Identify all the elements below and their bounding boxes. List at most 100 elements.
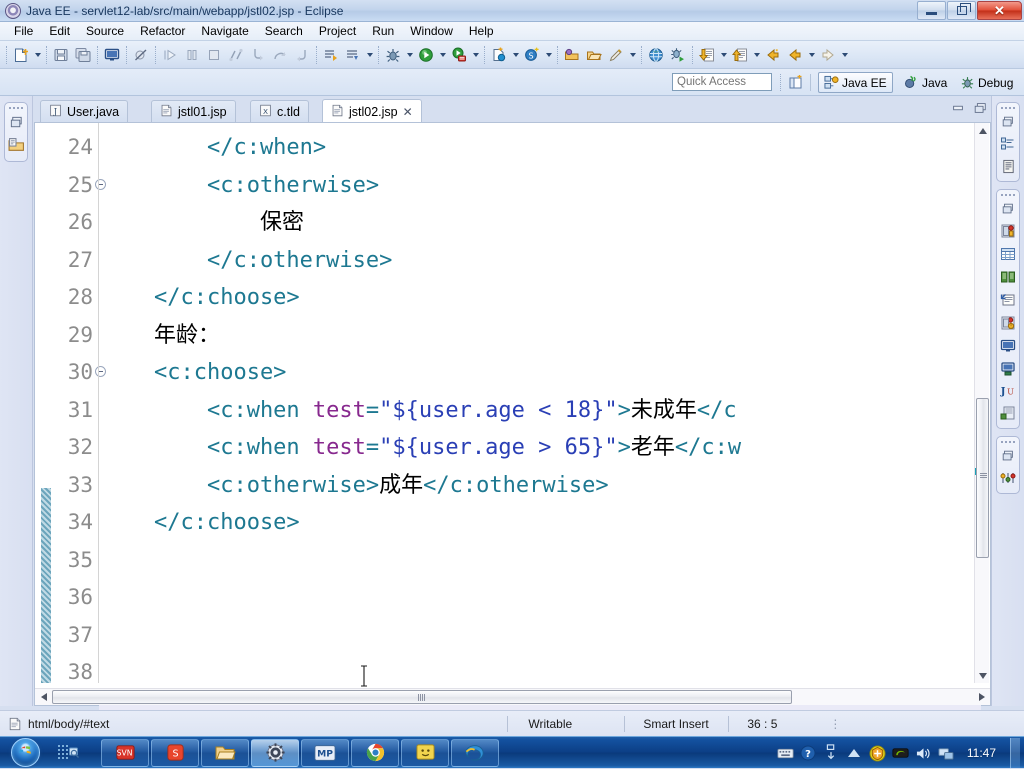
fast-view-handle[interactable] bbox=[1001, 107, 1015, 111]
debug-icon[interactable] bbox=[382, 44, 404, 66]
taskbar-item-notepad[interactable] bbox=[401, 738, 449, 767]
terminal-view-icon[interactable] bbox=[1000, 361, 1016, 380]
run-icon[interactable] bbox=[415, 44, 437, 66]
junit-view-icon[interactable]: J U bbox=[999, 384, 1017, 401]
debug-web-icon[interactable] bbox=[667, 44, 689, 66]
code-line[interactable]: 保密 bbox=[101, 204, 981, 242]
editor-tab-jstl01-jsp[interactable]: jstl01.jsp bbox=[151, 100, 236, 123]
new-wizard-dropdown-icon[interactable] bbox=[32, 44, 43, 66]
menu-item-project[interactable]: Project bbox=[311, 22, 364, 40]
code-line[interactable] bbox=[101, 617, 981, 655]
debug-dropdown-icon[interactable] bbox=[404, 44, 415, 66]
menu-item-search[interactable]: Search bbox=[257, 22, 311, 40]
previous-annotation-icon[interactable] bbox=[729, 44, 751, 66]
toggle-breakpoint-icon[interactable] bbox=[130, 44, 152, 66]
new-java-class-icon[interactable] bbox=[488, 44, 510, 66]
restore-view-icon[interactable] bbox=[1001, 115, 1015, 132]
suspend-icon[interactable] bbox=[181, 44, 203, 66]
taskbar-item-settings[interactable] bbox=[251, 738, 299, 767]
task-list-view-icon[interactable] bbox=[1001, 159, 1016, 177]
resume-icon[interactable] bbox=[159, 44, 181, 66]
minimize-editor-button[interactable] bbox=[951, 101, 965, 118]
code-text[interactable]: </c:when> <c:otherwise> 保密 </c:otherwise… bbox=[101, 123, 981, 683]
snippets-view-icon[interactable] bbox=[1000, 269, 1016, 288]
start-button[interactable] bbox=[1, 738, 49, 768]
new-servlet-icon[interactable]: S bbox=[521, 44, 543, 66]
history-view-icon[interactable] bbox=[1000, 470, 1016, 489]
code-line[interactable]: 年龄： bbox=[101, 317, 981, 355]
restore-window-button[interactable] bbox=[947, 1, 976, 20]
open-task-icon[interactable] bbox=[583, 44, 605, 66]
ime-switch-icon[interactable] bbox=[823, 744, 840, 762]
scroll-left-button[interactable] bbox=[36, 690, 51, 704]
problems-view-icon[interactable]: ! bbox=[1000, 315, 1016, 334]
code-line[interactable]: <c:choose> bbox=[101, 354, 981, 392]
menu-item-source[interactable]: Source bbox=[78, 22, 132, 40]
restore-view-icon[interactable] bbox=[1001, 202, 1015, 219]
code-editor[interactable]: 24 25 26 27 28 29 30 31 32 33 34 35 36 37 38 </c:when>… bbox=[34, 123, 991, 730]
code-line[interactable]: <c:when test="${user.age < 18}">未成年</c bbox=[101, 392, 981, 430]
code-line[interactable] bbox=[101, 654, 981, 683]
editor-vertical-scrollbar[interactable] bbox=[974, 123, 989, 683]
perspective-java[interactable]: Java bbox=[899, 72, 952, 93]
code-line[interactable]: </c:choose> bbox=[101, 279, 981, 317]
edit-icon[interactable] bbox=[605, 44, 627, 66]
code-line[interactable]: </c:choose> bbox=[101, 504, 981, 542]
console-icon[interactable] bbox=[101, 44, 123, 66]
editor-tab-c-tld[interactable]: X c.tld bbox=[250, 100, 309, 123]
open-perspective-icon[interactable] bbox=[786, 73, 806, 92]
code-line[interactable] bbox=[101, 579, 981, 617]
previous-annotation-dropdown-icon[interactable] bbox=[751, 44, 762, 66]
scroll-down-button[interactable] bbox=[975, 668, 990, 683]
perspective-java-ee[interactable]: Java EE bbox=[818, 72, 893, 93]
security-shield-icon[interactable] bbox=[869, 744, 886, 762]
outline-view-icon[interactable] bbox=[1000, 136, 1016, 155]
next-annotation-icon[interactable] bbox=[696, 44, 718, 66]
taskbar-item-svn[interactable]: SVN bbox=[101, 738, 149, 767]
code-line[interactable]: </c:when> bbox=[101, 129, 981, 167]
step-into-icon[interactable] bbox=[247, 44, 269, 66]
horizontal-scroll-thumb[interactable] bbox=[52, 690, 792, 704]
nvidia-icon[interactable] bbox=[892, 745, 909, 762]
terminate-icon[interactable] bbox=[203, 44, 225, 66]
restore-view-icon[interactable] bbox=[9, 115, 24, 133]
taskbar-item-chrome[interactable] bbox=[351, 738, 399, 767]
taskbar-item-ie[interactable] bbox=[451, 738, 499, 767]
back-history-icon[interactable] bbox=[784, 44, 806, 66]
back-dropdown-icon[interactable] bbox=[806, 44, 817, 66]
code-line[interactable]: <c:otherwise> bbox=[101, 167, 981, 205]
code-line[interactable]: <c:otherwise>成年</c:otherwise> bbox=[101, 467, 981, 505]
forward-icon[interactable] bbox=[817, 44, 839, 66]
quick-access-input[interactable] bbox=[672, 73, 772, 91]
run-on-server-dropdown-icon[interactable] bbox=[470, 44, 481, 66]
new-wizard-icon[interactable] bbox=[10, 44, 32, 66]
perspective-debug[interactable]: Debug bbox=[955, 72, 1018, 93]
menu-item-refactor[interactable]: Refactor bbox=[132, 22, 193, 40]
project-explorer-icon[interactable] bbox=[8, 137, 25, 157]
network-icon[interactable] bbox=[938, 745, 955, 762]
run-dropdown-icon[interactable] bbox=[437, 44, 448, 66]
menu-item-edit[interactable]: Edit bbox=[41, 22, 78, 40]
taskbar-item-mp[interactable]: MP bbox=[301, 738, 349, 767]
save-all-icon[interactable] bbox=[72, 44, 94, 66]
edit-dropdown-icon[interactable] bbox=[627, 44, 638, 66]
fast-view-handle[interactable] bbox=[1001, 194, 1015, 198]
help-icon[interactable]: ? bbox=[800, 745, 817, 762]
taskbar-item-explorer[interactable] bbox=[201, 738, 249, 767]
save-icon[interactable] bbox=[50, 44, 72, 66]
code-line[interactable] bbox=[101, 542, 981, 580]
editor-horizontal-scrollbar[interactable] bbox=[35, 688, 990, 705]
external-tools-icon[interactable] bbox=[342, 44, 364, 66]
forward-dropdown-icon[interactable] bbox=[839, 44, 850, 66]
maximize-editor-button[interactable] bbox=[973, 101, 987, 118]
run-last-tool-icon[interactable] bbox=[320, 44, 342, 66]
restore-view-icon[interactable] bbox=[1001, 449, 1015, 466]
properties-view-icon[interactable] bbox=[1000, 292, 1016, 311]
close-icon[interactable]: ✕ bbox=[403, 105, 413, 119]
console-view-icon[interactable] bbox=[1000, 338, 1016, 357]
back-icon[interactable] bbox=[762, 44, 784, 66]
editor-tab-jstl02-jsp[interactable]: jstl02.jsp ✕ bbox=[322, 99, 422, 124]
external-tools-dropdown-icon[interactable] bbox=[364, 44, 375, 66]
servers-alt-view-icon[interactable] bbox=[1000, 405, 1016, 424]
open-web-browser-icon[interactable] bbox=[645, 44, 667, 66]
